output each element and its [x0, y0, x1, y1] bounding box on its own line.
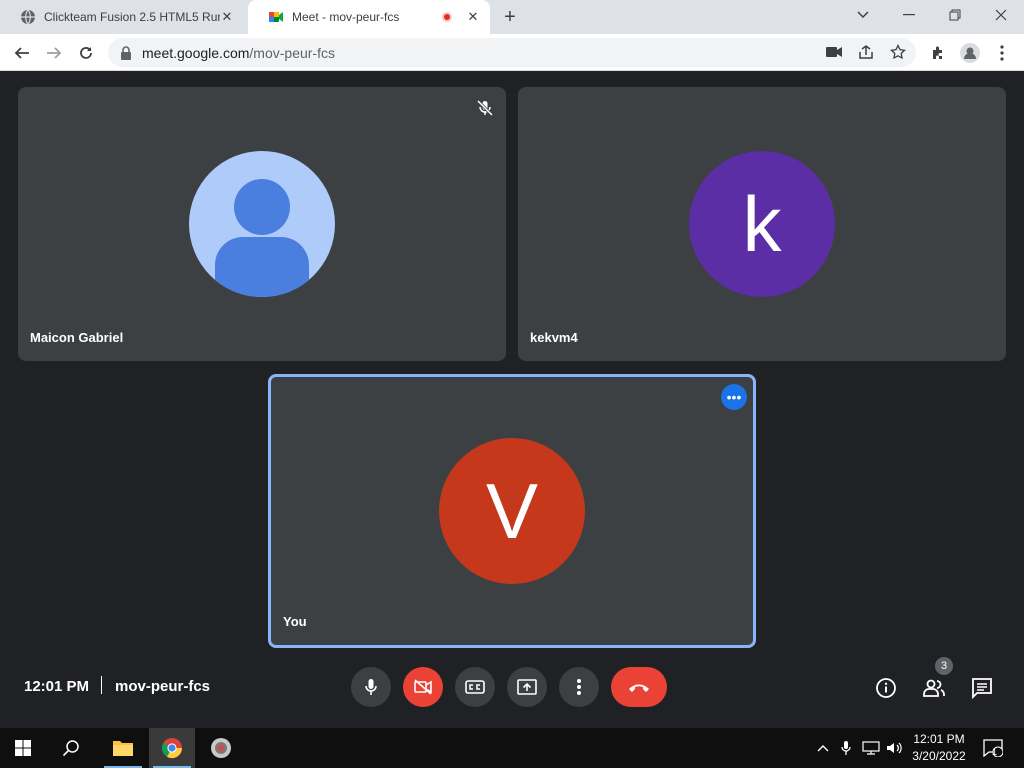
captions-button[interactable] — [455, 667, 495, 707]
system-clock[interactable]: 12:01 PM 3/20/2022 — [906, 731, 972, 765]
close-tab-icon[interactable]: ✕ — [466, 10, 480, 24]
participant-name: You — [283, 614, 307, 629]
avatar-letter: k — [742, 179, 782, 268]
recording-icon — [442, 12, 452, 22]
minimize-icon[interactable] — [886, 0, 932, 30]
camera-in-use-icon[interactable] — [824, 42, 844, 62]
taskbar-app[interactable] — [198, 728, 244, 768]
show-hidden-icons[interactable] — [812, 728, 834, 768]
tab-title: Clickteam Fusion 2.5 HTML5 Run — [44, 10, 220, 24]
browser-tab-strip: Clickteam Fusion 2.5 HTML5 Run ✕ Meet - … — [0, 0, 1024, 34]
chrome-icon — [161, 738, 183, 759]
taskbar-file-explorer[interactable] — [100, 728, 146, 768]
url-path: /mov-peur-fcs — [249, 44, 335, 61]
avatar: k — [689, 151, 835, 297]
self-tile[interactable]: ••• V You — [268, 374, 756, 648]
reload-icon[interactable] — [74, 41, 98, 65]
avatar-letter: V — [485, 466, 539, 555]
search-button[interactable] — [48, 728, 94, 768]
notification-count: 1 — [992, 747, 998, 757]
end-call-icon — [629, 684, 649, 692]
globe-icon — [21, 9, 35, 25]
volume-icon[interactable] — [884, 728, 906, 768]
more-options-button[interactable] — [559, 667, 599, 707]
people-count-badge: 3 — [935, 657, 953, 675]
folder-icon — [113, 741, 133, 756]
people-icon[interactable] — [921, 675, 947, 701]
leave-call-button[interactable] — [611, 667, 667, 707]
meet-area: Maicon Gabriel k kekvm4 ••• V You 12:01 … — [0, 71, 1024, 728]
restore-icon[interactable] — [932, 0, 978, 30]
mic-muted-icon — [476, 99, 494, 117]
camera-off-icon — [414, 679, 432, 695]
start-button[interactable] — [0, 728, 46, 768]
app-icon — [211, 738, 231, 758]
tab-search-icon[interactable] — [840, 0, 886, 30]
google-meet-icon — [269, 12, 283, 22]
network-icon[interactable] — [860, 728, 882, 768]
search-icon — [62, 740, 79, 757]
present-icon — [517, 679, 537, 695]
more-options-icon[interactable]: ••• — [721, 384, 747, 410]
microphone-tray-icon[interactable] — [836, 728, 856, 768]
default-avatar-icon — [215, 179, 309, 297]
chat-icon[interactable] — [969, 675, 995, 701]
new-tab-icon[interactable]: + — [500, 7, 520, 27]
lock-icon — [121, 45, 131, 60]
meeting-details-icon[interactable] — [873, 675, 899, 701]
tab-title: Meet - mov-peur-fcs — [292, 10, 400, 24]
profile-icon[interactable] — [958, 41, 982, 65]
taskbar-date: 3/20/2022 — [912, 749, 966, 763]
meeting-time: 12:01 PM — [24, 678, 90, 695]
avatar: V — [439, 438, 585, 584]
camera-button[interactable] — [403, 667, 443, 707]
url-host: meet.google.com — [142, 44, 250, 61]
share-icon[interactable] — [856, 42, 876, 62]
tab-clickteam[interactable]: Clickteam Fusion 2.5 HTML5 Run ✕ — [0, 0, 244, 34]
captions-icon — [465, 680, 485, 694]
more-options-icon — [577, 679, 581, 695]
browser-menu-icon[interactable] — [990, 41, 1014, 65]
browser-toolbar: meet.google.com/mov-peur-fcs — [0, 34, 1024, 71]
meeting-code: mov-peur-fcs — [115, 678, 211, 695]
participant-name: Maicon Gabriel — [30, 330, 124, 345]
back-icon[interactable] — [10, 41, 34, 65]
windows-taskbar: 12:01 PM 3/20/2022 1 — [0, 728, 1024, 768]
meet-control-bar: 12:01 PM mov-peur-fcs 3 — [0, 657, 1024, 714]
close-window-icon[interactable] — [978, 0, 1024, 30]
extensions-icon[interactable] — [926, 41, 950, 65]
participant-tile[interactable]: k kekvm4 — [518, 87, 1006, 361]
present-button[interactable] — [507, 667, 547, 707]
microphone-button[interactable] — [351, 667, 391, 707]
close-tab-icon[interactable]: ✕ — [220, 10, 234, 24]
bookmark-star-icon[interactable] — [888, 42, 908, 62]
tab-meet[interactable]: Meet - mov-peur-fcs ✕ — [248, 0, 490, 34]
mic-icon — [365, 679, 377, 695]
taskbar-time: 12:01 PM — [913, 732, 965, 746]
taskbar-chrome[interactable] — [149, 728, 195, 768]
windows-logo-icon — [15, 740, 31, 756]
notifications-icon[interactable]: 1 — [980, 728, 1006, 768]
participant-tile[interactable]: Maicon Gabriel — [18, 87, 506, 361]
forward-icon[interactable] — [42, 41, 66, 65]
address-bar[interactable]: meet.google.com/mov-peur-fcs — [108, 38, 916, 67]
divider — [101, 676, 102, 694]
url-text: meet.google.com/mov-peur-fcs — [142, 45, 335, 61]
avatar — [189, 151, 335, 297]
participant-name: kekvm4 — [530, 330, 578, 345]
